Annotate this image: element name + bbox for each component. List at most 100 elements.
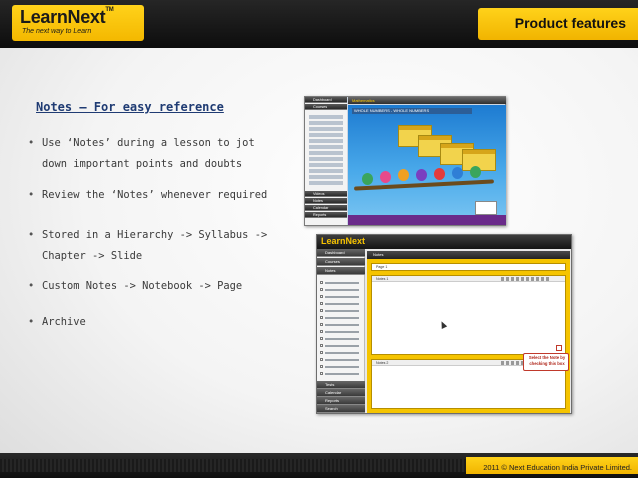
tree-item [320,295,362,299]
note-checkbox [556,345,562,351]
tree-item [320,351,362,355]
callout-text: Select the Note by checking this box [528,355,566,366]
tree-item [309,157,343,161]
subject-label: Mathematics [352,98,375,103]
sidebar-tab-label: Dashboard [313,98,332,102]
note-popup [475,201,497,215]
tree-item [309,139,343,143]
nav-button: Reports [317,397,365,405]
nav-button: Tests [317,381,365,389]
nav-label: Calendar [325,390,342,395]
sidebar-tab-label: Reports [313,213,327,217]
screenshot-sidebar: Dashboard Courses Videos Notes Calendar … [305,97,347,225]
bullet-item: Archive [28,312,273,333]
screenshot-header: LearnNext [317,235,571,249]
nav-label: Courses [325,259,340,264]
note-label: Notes 2 [376,361,389,365]
callout-box: Select the Note by checking this box [523,353,569,371]
tree-item [320,337,362,341]
tree-item [309,133,343,137]
tree-item [309,169,343,173]
nav-button: Calendar [317,389,365,397]
sidebar-tab: Videos [305,191,347,197]
tree-item [309,163,343,167]
tree-item [309,115,343,119]
top-banner: LearnNextTM The next way to Learn Produc… [0,0,638,48]
sidebar-tab-label: Videos [313,192,325,196]
learnnext-logo: LearnNextTM The next way to Learn [12,5,144,41]
tree-item [320,344,362,348]
sidebar-tab-label: Courses [313,105,328,109]
tree-item [320,302,362,306]
sidebar-tab: Notes [305,198,347,204]
lesson-controls [348,215,506,225]
bird-icon [416,169,427,181]
header-title-box: Product features [478,8,638,40]
copyright-text: 2011 © Next Education India Private Limi… [483,463,632,472]
tree-item [320,288,362,292]
nav-label: Search [325,406,338,411]
bird-icon [380,171,391,183]
sidebar-tab-label: Calendar [313,206,329,210]
note-label: Notes 1 [376,277,389,281]
notes-title: Notes [373,252,384,257]
sidebar-tab: Dashboard [305,97,347,103]
nav-button: Notes [317,267,365,275]
lesson-screenshot: Dashboard Courses Videos Notes Calendar … [304,96,506,226]
sidebar-tab: Calendar [305,205,347,211]
note-toolbar: Notes 1 [372,276,565,282]
tree-item [309,151,343,155]
tree-item [320,309,362,313]
footer: 2011 © Next Education India Private Limi… [0,453,638,478]
tree-item [320,372,362,376]
section-title: Notes – For easy reference [36,100,224,114]
branch [353,179,495,191]
bird-icon [398,169,409,181]
tree-item [309,145,343,149]
tree-item [320,358,362,362]
notes-main: Notes Page 1 Notes 1 Notes 2 [367,251,570,413]
bullet-item: Stored in a Hierarchy -> Syllabus -> Cha… [28,225,273,267]
bird-icon [452,167,463,179]
nav-button: Dashboard [317,249,365,257]
tree-item [320,316,362,320]
tree-item [320,330,362,334]
sidebar-tab: Reports [305,212,347,218]
nav-button: Search [317,405,365,413]
sidebar-tab: Courses [305,104,347,110]
notes-header: Notes [367,251,570,259]
logo-brand: LearnNextTM [20,7,114,28]
format-tools [501,277,551,281]
bird-icon [470,166,481,178]
logo-tagline: The next way to Learn [22,28,92,35]
tree-item [320,281,362,285]
bullet-item: Use ‘Notes’ during a lesson to jot down … [28,133,273,175]
nav-label: Dashboard [325,250,345,255]
bullet-item: Custom Notes -> Notebook -> Page [28,276,273,297]
lesson-title: WHOLE NUMBERS - WHOLE NUMBERS [354,108,430,113]
slide-title: Product features [514,15,626,31]
tree-item [309,121,343,125]
nav-label: Notes [325,268,336,273]
footer-box: 2011 © Next Education India Private Limi… [466,457,638,474]
tree-item [309,127,343,131]
logo-tm: TM [105,7,114,13]
nav-label: Reports [325,398,340,403]
bullet-item: Review the ‘Notes’ whenever required [28,185,273,206]
nav-label: Tests [325,382,335,387]
screenshot-nav: Dashboard Courses Notes Tests Calendar R… [317,249,365,413]
tree-item [309,175,343,179]
bird-icon [362,173,373,185]
bird-icon [434,168,445,180]
tree-item [320,365,362,369]
tree-item [309,181,343,185]
note-panel: Notes 1 [371,275,566,355]
page-bar: Page 1 [371,263,566,271]
screenshot-topbar: Mathematics [348,97,506,104]
screenshot-logo: LearnNext [321,236,366,246]
tree-item [320,323,362,327]
sidebar-tab-label: Notes [313,199,323,203]
page-label: Page 1 [376,265,388,269]
logo-brand-text: LearnNext [20,7,106,27]
nav-button: Courses [317,258,365,266]
